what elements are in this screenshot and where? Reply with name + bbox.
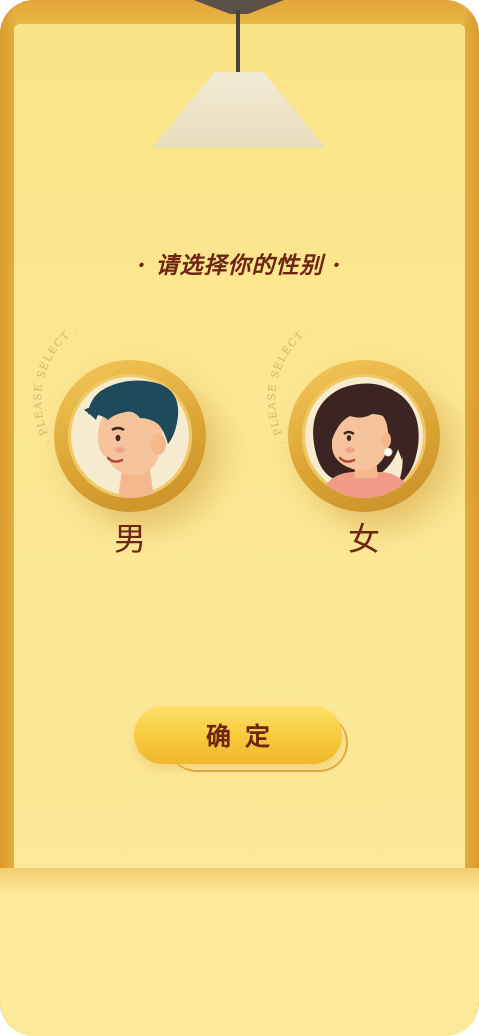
gender-label-female: 女 <box>347 520 380 558</box>
confirm-button[interactable]: 确定 <box>134 706 342 764</box>
avatar-ring <box>288 360 440 512</box>
gender-select-screen: · 请选择你的性别 · · PLEASE SELECT YOUR GENDER … <box>0 0 479 1036</box>
confirm-button-wrap: 确定 <box>134 706 348 772</box>
gender-option-male[interactable]: · PLEASE SELECT YOUR GENDER · <box>30 330 250 558</box>
female-avatar-icon <box>302 374 426 498</box>
lamp-cord-icon <box>236 10 240 74</box>
bottom-panel-shade <box>0 868 479 894</box>
gender-option-female[interactable]: · PLEASE SELECT YOUR GENDER · <box>264 330 479 558</box>
gender-label-male: 男 <box>113 520 146 558</box>
male-avatar-icon <box>68 374 192 498</box>
avatar-ring <box>54 360 206 512</box>
page-title: · 请选择你的性别 · <box>137 252 342 279</box>
